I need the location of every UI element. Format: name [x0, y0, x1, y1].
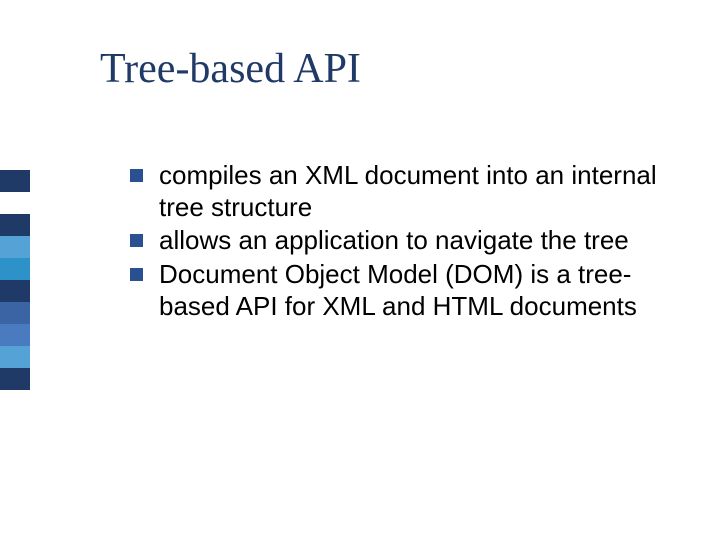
bullet-item: compiles an XML document into an interna…	[130, 160, 670, 223]
sidebar-block	[0, 170, 30, 192]
bullet-list: compiles an XML document into an interna…	[130, 160, 670, 325]
decorative-sidebar	[0, 170, 30, 412]
square-bullet-icon	[130, 169, 143, 182]
square-bullet-icon	[130, 268, 143, 281]
square-bullet-icon	[130, 234, 143, 247]
sidebar-block	[0, 324, 30, 346]
bullet-text: compiles an XML document into an interna…	[159, 160, 670, 223]
slide-title: Tree-based API	[100, 45, 361, 93]
sidebar-block	[0, 368, 30, 390]
sidebar-block	[0, 236, 30, 258]
sidebar-block	[0, 214, 30, 236]
bullet-item: allows an application to navigate the tr…	[130, 225, 670, 257]
bullet-item: Document Object Model (DOM) is a tree-ba…	[130, 259, 670, 322]
sidebar-block	[0, 346, 30, 368]
sidebar-block	[0, 192, 30, 214]
sidebar-block	[0, 280, 30, 302]
sidebar-block	[0, 258, 30, 280]
sidebar-block	[0, 390, 30, 412]
bullet-text: Document Object Model (DOM) is a tree-ba…	[159, 259, 670, 322]
sidebar-block	[0, 302, 30, 324]
bullet-text: allows an application to navigate the tr…	[159, 225, 670, 257]
